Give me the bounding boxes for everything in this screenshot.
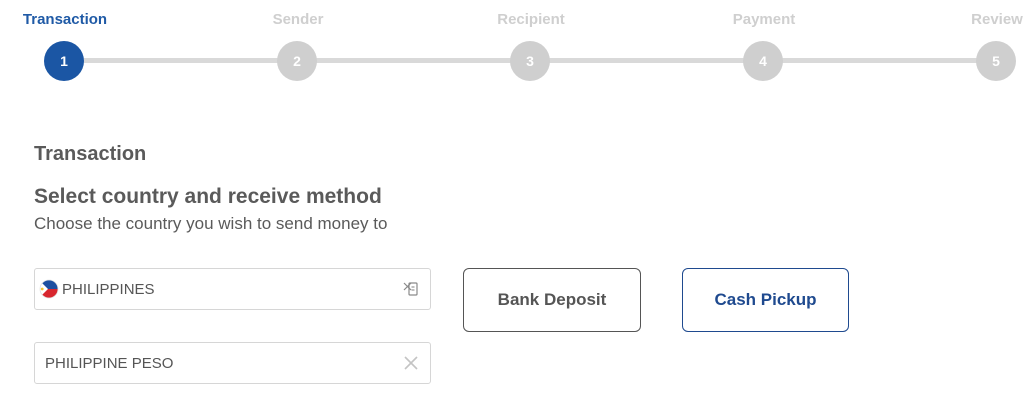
dropdown-toggle-icon[interactable] — [402, 280, 420, 298]
step-label-payment: Payment — [732, 11, 796, 28]
step-circle-2[interactable]: 2 — [277, 41, 317, 81]
step-label-recipient: Recipient — [497, 11, 565, 28]
step-circle-1[interactable]: 1 — [44, 41, 84, 81]
currency-value: PHILIPPINE PESO — [45, 354, 174, 372]
step-circle-3[interactable]: 3 — [510, 41, 550, 81]
step-label-transaction: Transaction — [22, 11, 108, 28]
helper-text: Choose the country you wish to send mone… — [34, 214, 388, 233]
currency-select[interactable]: PHILIPPINE PESO — [34, 342, 431, 384]
clear-icon[interactable] — [402, 354, 420, 372]
cash-pickup-button[interactable]: Cash Pickup — [682, 268, 849, 332]
section-title: Transaction — [34, 143, 147, 165]
country-value: PHILIPPINES — [62, 280, 155, 298]
country-select[interactable]: PHILIPPINES — [34, 268, 431, 310]
step-label-review: Review — [971, 11, 1023, 28]
progress-stepper: Transaction Sender Recipient Payment Rev… — [0, 0, 1033, 90]
page-subtitle: Select country and receive method — [34, 185, 382, 208]
step-circle-5[interactable]: 5 — [976, 41, 1016, 81]
bank-deposit-button[interactable]: Bank Deposit — [463, 268, 641, 332]
step-circle-4[interactable]: 4 — [743, 41, 783, 81]
philippines-flag-icon — [39, 279, 59, 299]
step-label-sender: Sender — [272, 11, 324, 28]
